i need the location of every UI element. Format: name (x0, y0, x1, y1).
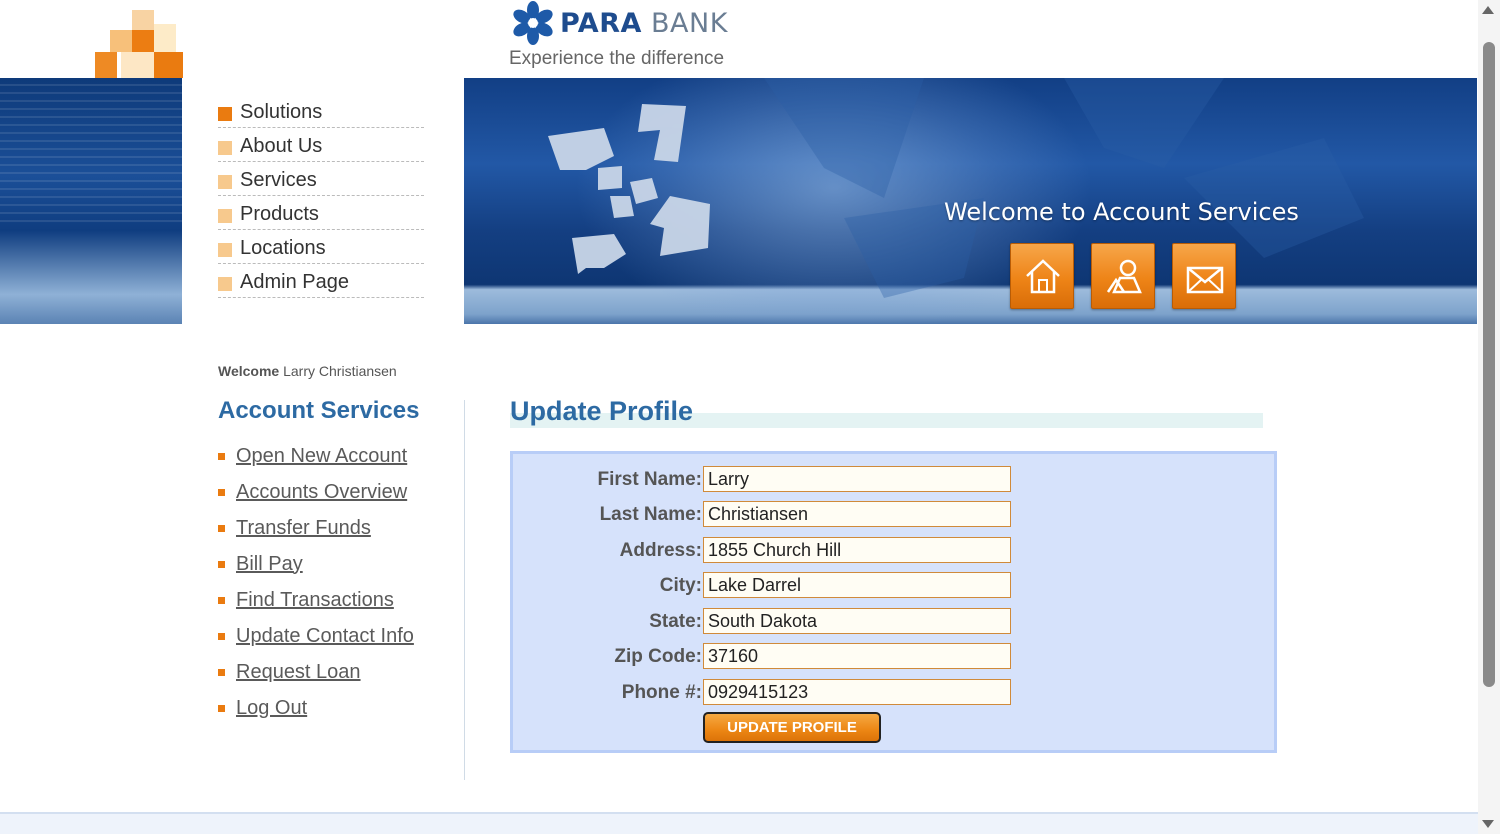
menu-item-about-us[interactable]: About Us (218, 128, 424, 162)
bill-pay-link[interactable]: Bill Pay (236, 553, 303, 576)
phone-row: Phone #: (513, 679, 1280, 709)
account-services-menu: Open New Account Accounts Overview Trans… (218, 438, 414, 726)
contact-icon (1186, 266, 1224, 294)
page: Welcome to Account Services PARA BANK Ex… (0, 0, 1500, 834)
bullet-icon (218, 704, 225, 712)
menu-bullet-icon (218, 242, 232, 257)
scroll-up-arrow-icon[interactable] (1482, 6, 1494, 14)
request-loan-link[interactable]: Request Loan (236, 661, 361, 684)
user-name: Larry Christiansen (283, 363, 397, 379)
update-profile-button[interactable]: UPDATE PROFILE (703, 712, 881, 743)
menu-bullet-icon (218, 208, 232, 223)
about-button[interactable] (1091, 243, 1155, 309)
address-field[interactable] (703, 537, 1011, 563)
city-row: City: (513, 572, 1280, 602)
home-icon (1026, 259, 1060, 294)
bullet-icon (218, 596, 225, 604)
zip-code-label: Zip Code: (614, 646, 702, 667)
phone-label: Phone #: (621, 682, 702, 703)
scroll-down-arrow-icon[interactable] (1482, 820, 1494, 828)
contact-button[interactable] (1172, 243, 1236, 309)
bullet-icon (218, 560, 225, 568)
first-name-label: First Name: (597, 469, 702, 490)
menu-item-products[interactable]: Products (218, 196, 424, 230)
about-icon (1106, 259, 1142, 294)
logo-blocks (95, 10, 183, 78)
menu-bullet-icon (218, 140, 232, 155)
bullet-icon (218, 632, 225, 640)
transfer-funds-link[interactable]: Transfer Funds (236, 517, 371, 540)
brand-name: PARA BANK (560, 7, 728, 39)
update-profile-form: First Name: Last Name: Address: City: St… (510, 451, 1277, 753)
parabank-logo[interactable]: PARA BANK (510, 0, 728, 46)
welcome-message: Welcome Larry Christiansen (218, 363, 397, 379)
open-new-account-link[interactable]: Open New Account (236, 445, 407, 468)
menu-bullet-icon (218, 276, 232, 291)
address-label: Address: (619, 540, 702, 561)
column-divider (464, 400, 465, 780)
menu-item-admin-page[interactable]: Admin Page (218, 264, 424, 298)
find-transactions-link[interactable]: Find Transactions (236, 589, 394, 612)
menu-bullet-icon (218, 106, 232, 121)
list-item: Find Transactions (218, 582, 414, 618)
state-label: State: (649, 611, 702, 632)
footer-strip (0, 812, 1478, 834)
header-band-left (0, 78, 182, 324)
scrollbar-thumb[interactable] (1483, 42, 1495, 687)
page-title-area: Update Profile (510, 396, 1263, 429)
parabank-swirl-icon (513, 1, 553, 45)
menu-item-services[interactable]: Services (218, 162, 424, 196)
bullet-icon (218, 452, 225, 460)
tagline: Experience the difference (509, 48, 725, 69)
list-item: Transfer Funds (218, 510, 414, 546)
home-button[interactable] (1010, 243, 1074, 309)
list-item: Log Out (218, 690, 414, 726)
list-item: Update Contact Info (218, 618, 414, 654)
last-name-row: Last Name: (513, 501, 1280, 531)
phone-field[interactable] (703, 679, 1011, 705)
list-item: Accounts Overview (218, 474, 414, 510)
bullet-icon (218, 524, 225, 532)
state-row: State: (513, 608, 1280, 638)
account-services-title: Account Services (218, 397, 420, 424)
header-welcome-title: Welcome to Account Services (944, 198, 1299, 226)
city-field[interactable] (703, 572, 1011, 598)
welcome-label: Welcome (218, 363, 280, 379)
last-name-label: Last Name: (599, 504, 702, 525)
list-item: Open New Account (218, 438, 414, 474)
list-item: Bill Pay (218, 546, 414, 582)
first-name-row: First Name: (513, 466, 1280, 496)
city-label: City: (659, 575, 702, 596)
address-row: Address: (513, 537, 1280, 567)
zip-code-row: Zip Code: (513, 643, 1280, 673)
page-title: Update Profile (510, 396, 694, 426)
update-contact-info-link[interactable]: Update Contact Info (236, 625, 414, 648)
menu-item-solutions[interactable]: Solutions (218, 94, 424, 128)
list-item: Request Loan (218, 654, 414, 690)
accounts-overview-link[interactable]: Accounts Overview (236, 481, 407, 504)
top-menu: Solutions About Us Services Products Loc… (218, 94, 424, 298)
first-name-field[interactable] (703, 466, 1011, 492)
zip-code-field[interactable] (703, 643, 1011, 669)
state-field[interactable] (703, 608, 1011, 634)
menu-bullet-icon (218, 174, 232, 189)
log-out-link[interactable]: Log Out (236, 697, 307, 720)
bullet-icon (218, 488, 225, 496)
menu-item-locations[interactable]: Locations (218, 230, 424, 264)
last-name-field[interactable] (703, 501, 1011, 527)
bullet-icon (218, 668, 225, 676)
